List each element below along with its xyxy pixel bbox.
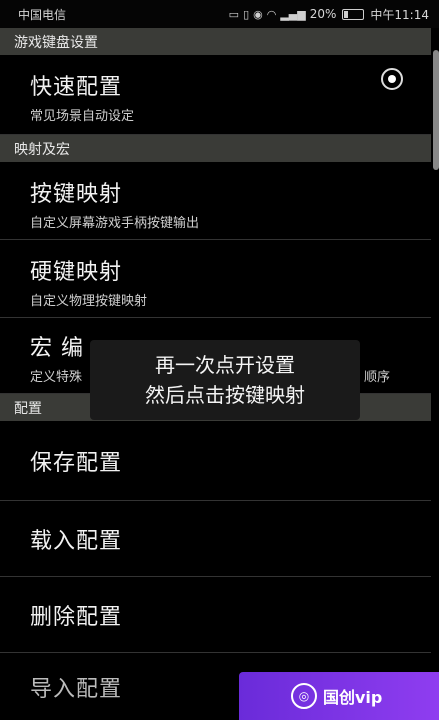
macro-edit-subtitle-tail: 顺序 [363,370,390,385]
scrollbar[interactable] [433,50,439,170]
watermark-logo-icon: ◎ [291,683,317,709]
load-config-title: 载入配置 [30,528,123,554]
save-config-title: 保存配置 [30,450,123,476]
clock: 中午11:14 [370,7,429,22]
hard-key-mapping-subtitle: 自定义物理按键映射 [30,294,148,309]
key-mapping-title: 按键映射 [30,182,123,207]
eye-icon: ◉ [253,7,263,21]
load-config-item[interactable]: 载入配置 [0,501,431,577]
delete-config-item[interactable]: 删除配置 [0,577,431,653]
quick-config-subtitle: 常见场景自动设定 [30,109,135,124]
status-bar: 中国电信 ▭ ▯ ◉ ◠ ▂▄▆ 20% 中午11:14 [0,0,439,28]
section-header-mapping-macro: 映射及宏 [0,135,431,162]
status-icons: ▭ ▯ ◉ ◠ ▂▄▆ 20% 中午11:14 [229,6,429,23]
hard-key-mapping-title: 硬键映射 [30,260,123,285]
quick-config-radio[interactable] [381,68,403,90]
key-mapping-item[interactable]: 按键映射 自定义屏幕游戏手柄按键输出 [0,162,431,240]
toast-line-1: 再一次点开设置 [155,353,295,377]
hard-key-mapping-item[interactable]: 硬键映射 自定义物理按键映射 [0,240,431,318]
cast-icon: ▭ [228,7,240,21]
radio-dot-icon [388,75,396,83]
key-mapping-subtitle: 自定义屏幕游戏手柄按键输出 [30,216,200,231]
battery-percent: 20% [309,7,337,21]
save-config-item[interactable]: 保存配置 [0,421,431,501]
quick-config-item[interactable]: 快速配置 常见场景自动设定 [0,55,431,135]
watermark-text: 国创vip [323,688,383,707]
toast-overlay: 再一次点开设置 然后点击按键映射 [90,340,360,420]
delete-config-title: 删除配置 [30,604,123,630]
quick-config-title: 快速配置 [30,75,123,100]
watermark: ◎ 国创vip [239,672,439,720]
carrier-label: 中国电信 [18,7,67,22]
toast-line-2: 然后点击按键映射 [145,383,305,407]
battery-fill [344,10,348,18]
macro-edit-subtitle: 定义特殊 [30,370,83,385]
signal-icon: ▂▄▆ [280,7,306,21]
wifi-icon: ◠ [266,7,277,21]
import-config-title: 导入配置 [30,676,123,702]
section-header-game-settings: 游戏键盘设置 [0,28,431,55]
battery-icon [342,8,365,20]
vibrate-icon: ▯ [243,7,250,21]
